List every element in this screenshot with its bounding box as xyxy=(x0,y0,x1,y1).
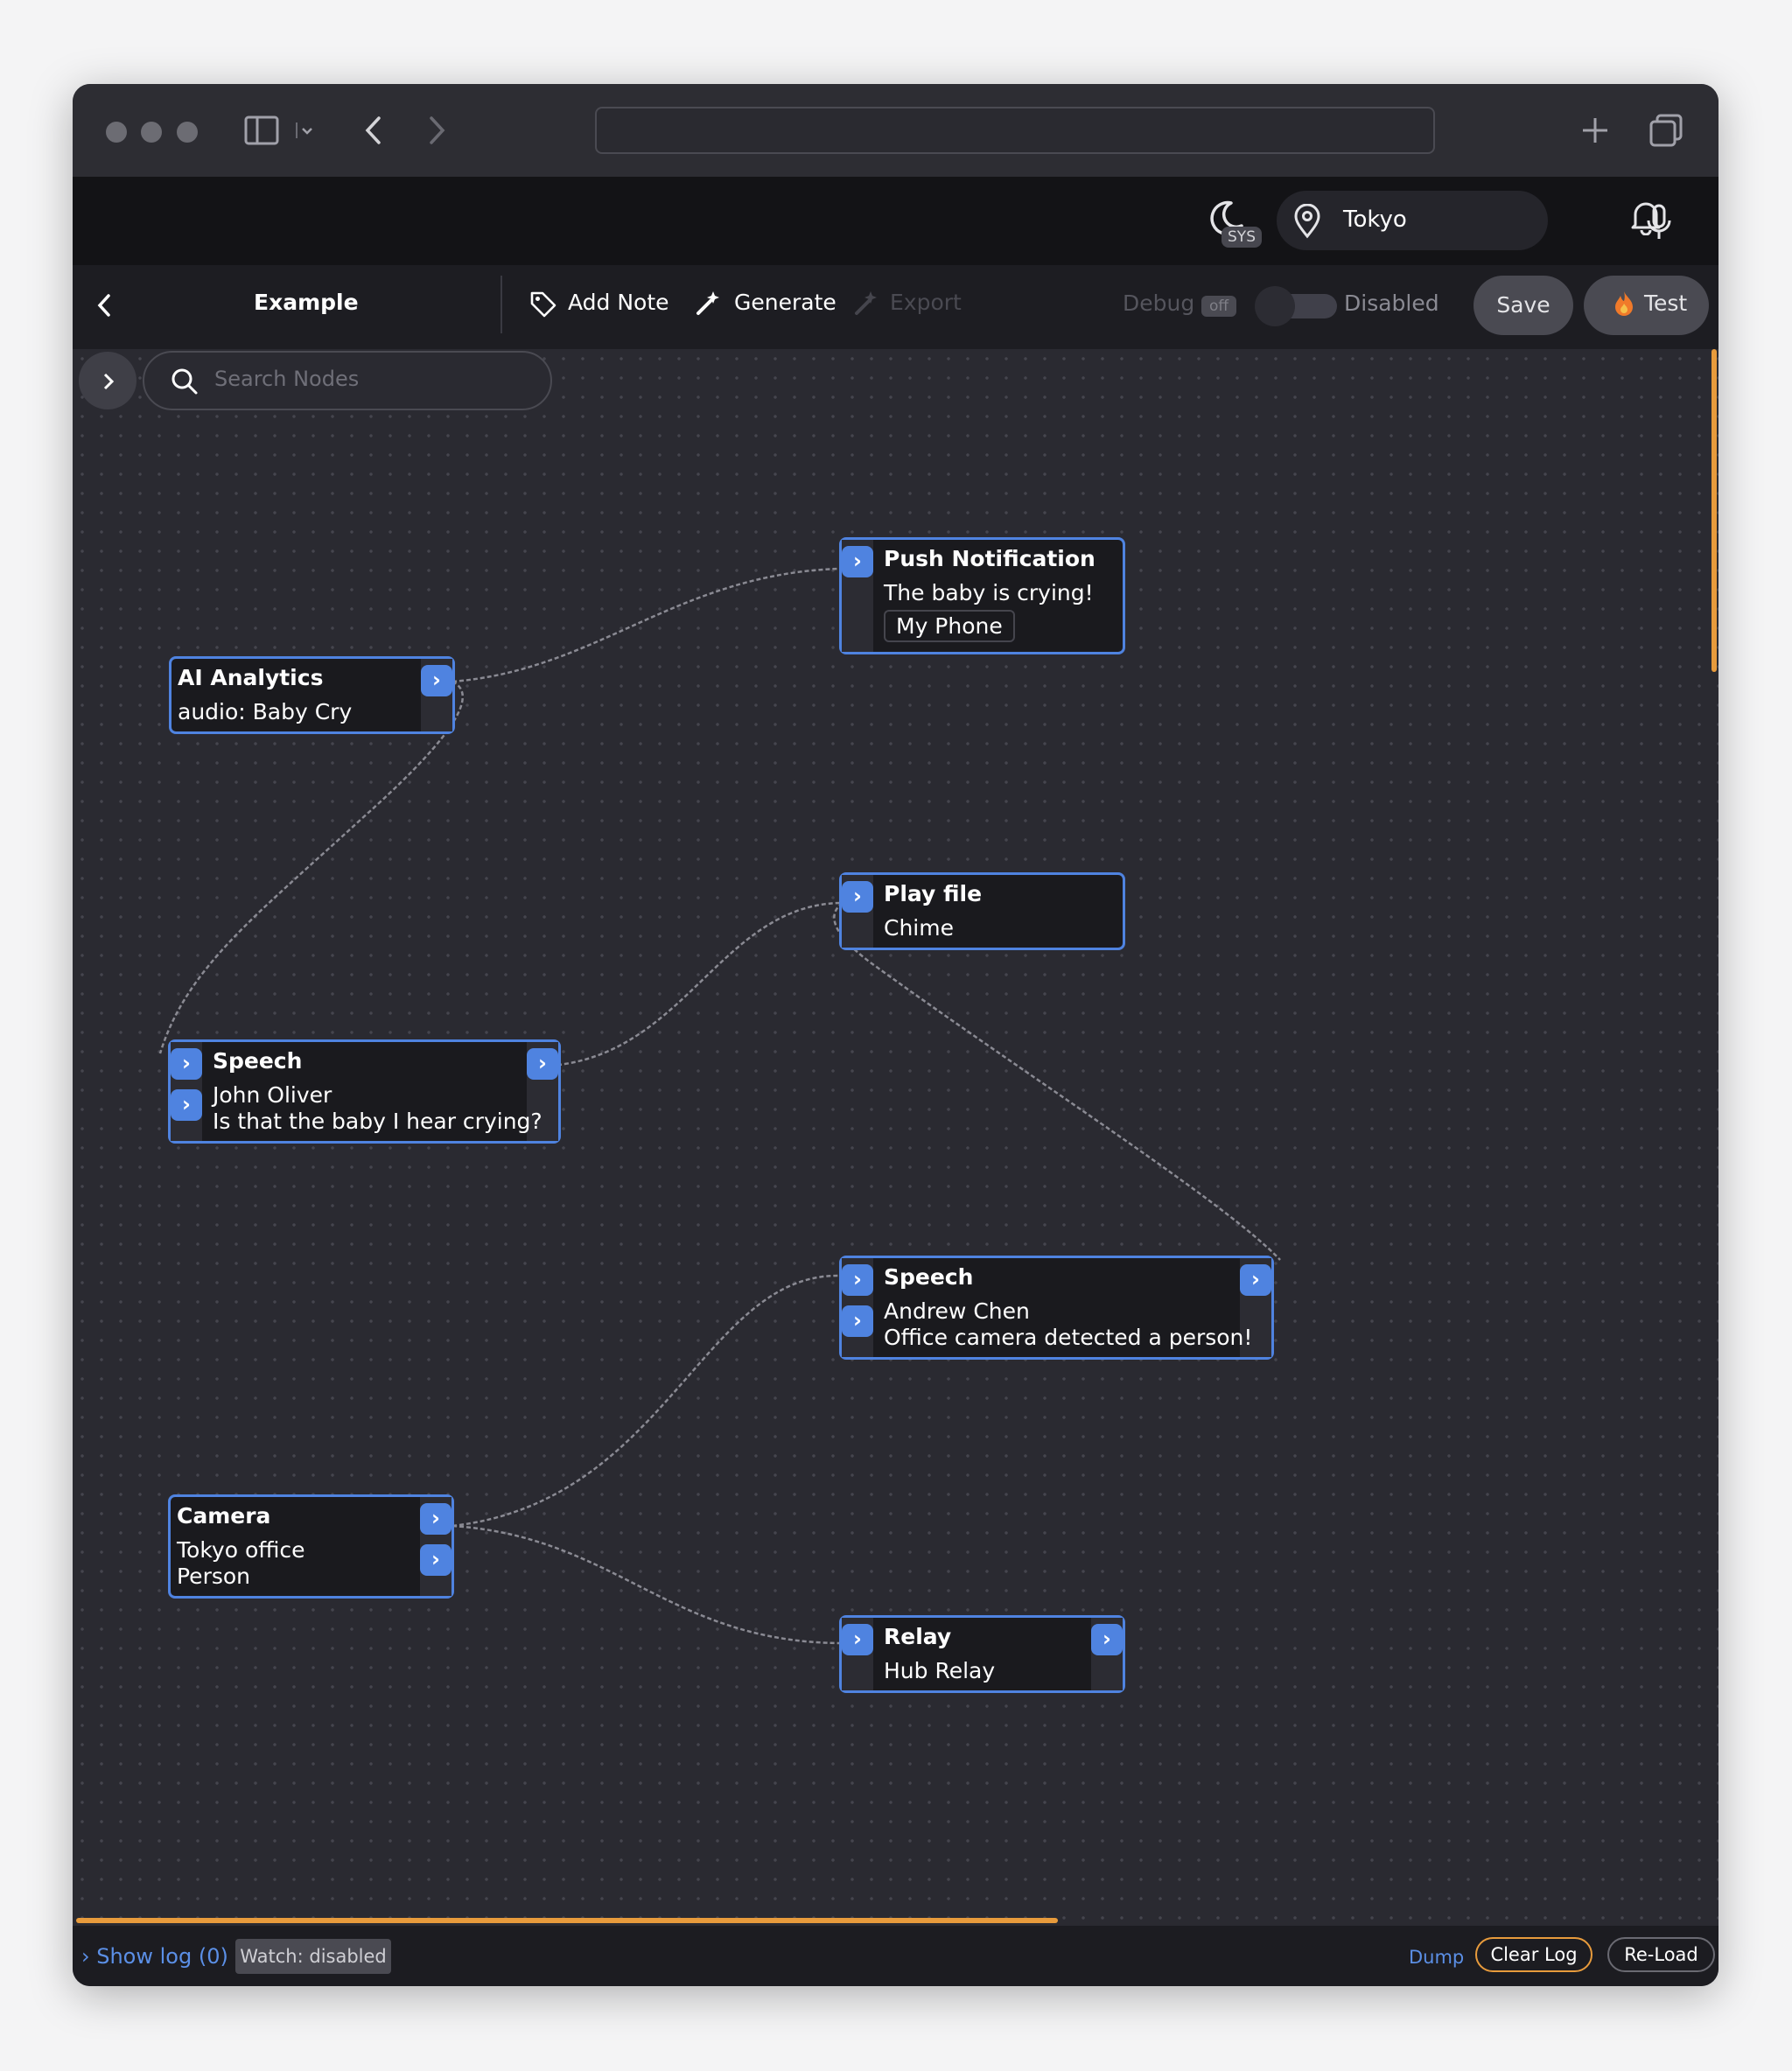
dump-link[interactable]: Dump xyxy=(1409,1947,1464,1968)
node-speech-john-oliver[interactable]: › › › Speech John Oliver Is that the bab… xyxy=(168,1039,561,1144)
node-title: Camera xyxy=(177,1503,271,1529)
output-port[interactable]: › xyxy=(420,1503,452,1535)
input-port[interactable]: › xyxy=(842,546,873,577)
node-location: Tokyo office xyxy=(177,1537,305,1563)
reload-button[interactable]: Re-Load xyxy=(1607,1937,1715,1972)
watch-status-badge: Watch: disabled xyxy=(235,1939,391,1974)
node-voice: Andrew Chen xyxy=(884,1298,1030,1324)
node-speech-andrew-chen[interactable]: › › › Speech Andrew Chen Office camera d… xyxy=(839,1256,1274,1360)
input-port[interactable]: › xyxy=(842,1624,873,1655)
wire-ai-to-push xyxy=(452,567,840,683)
search-icon xyxy=(172,368,198,395)
clear-log-button[interactable]: Clear Log xyxy=(1475,1937,1592,1972)
input-port[interactable]: › xyxy=(842,881,873,913)
browser-window: SYS Tokyo Example Add Note Generate Expo… xyxy=(73,84,1718,1986)
wire-speech1-to-play xyxy=(550,901,840,1067)
vertical-scrollbar[interactable] xyxy=(1712,349,1717,672)
node-push-notification[interactable]: › Push Notification The baby is crying! … xyxy=(839,537,1125,654)
node-detection: Person xyxy=(177,1564,251,1589)
wire-play-to-speech2 xyxy=(833,901,1281,1261)
output-port[interactable]: › xyxy=(1091,1624,1123,1655)
node-title: Relay xyxy=(884,1624,952,1649)
node-device-chip: My Phone xyxy=(884,610,1015,642)
node-message: The baby is crying! xyxy=(884,580,1094,605)
wire-camera-to-speech2 xyxy=(452,1274,840,1528)
output-port[interactable]: › xyxy=(527,1048,558,1080)
output-port[interactable]: › xyxy=(420,1544,452,1576)
node-play-file[interactable]: › Play file Chime xyxy=(839,872,1125,950)
node-relay[interactable]: › › Relay Hub Relay xyxy=(839,1615,1125,1693)
node-detail: Chime xyxy=(884,915,954,941)
node-detail: Hub Relay xyxy=(884,1658,996,1683)
input-port[interactable]: › xyxy=(842,1264,873,1296)
wire-camera-to-relay xyxy=(452,1524,840,1645)
node-title: Push Notification xyxy=(884,546,1096,571)
node-title: Speech xyxy=(213,1048,303,1074)
input-port[interactable]: › xyxy=(842,1305,873,1337)
node-title: Speech xyxy=(884,1264,974,1290)
node-voice: John Oliver xyxy=(213,1082,332,1108)
node-message: Is that the baby I hear crying? xyxy=(213,1109,542,1134)
output-port[interactable]: › xyxy=(421,665,452,696)
search-placeholder: Search Nodes xyxy=(214,367,360,391)
output-port[interactable]: › xyxy=(1240,1264,1271,1296)
horizontal-scrollbar[interactable] xyxy=(76,1918,1058,1923)
node-camera[interactable]: › › Camera Tokyo office Person xyxy=(168,1494,454,1599)
wire-ai-to-speech1 xyxy=(158,680,464,1054)
node-title: Play file xyxy=(884,881,983,906)
node-title: AI Analytics xyxy=(178,665,324,690)
input-port[interactable]: › xyxy=(171,1089,202,1121)
input-port[interactable]: › xyxy=(171,1048,202,1080)
node-message: Office camera detected a person! xyxy=(884,1325,1253,1350)
expand-chevron-icon xyxy=(103,373,115,390)
show-log-link[interactable]: › Show log (0) xyxy=(81,1944,228,1969)
node-detail: audio: Baby Cry xyxy=(178,699,353,724)
node-ai-analytics[interactable]: › AI Analytics audio: Baby Cry xyxy=(169,656,455,734)
